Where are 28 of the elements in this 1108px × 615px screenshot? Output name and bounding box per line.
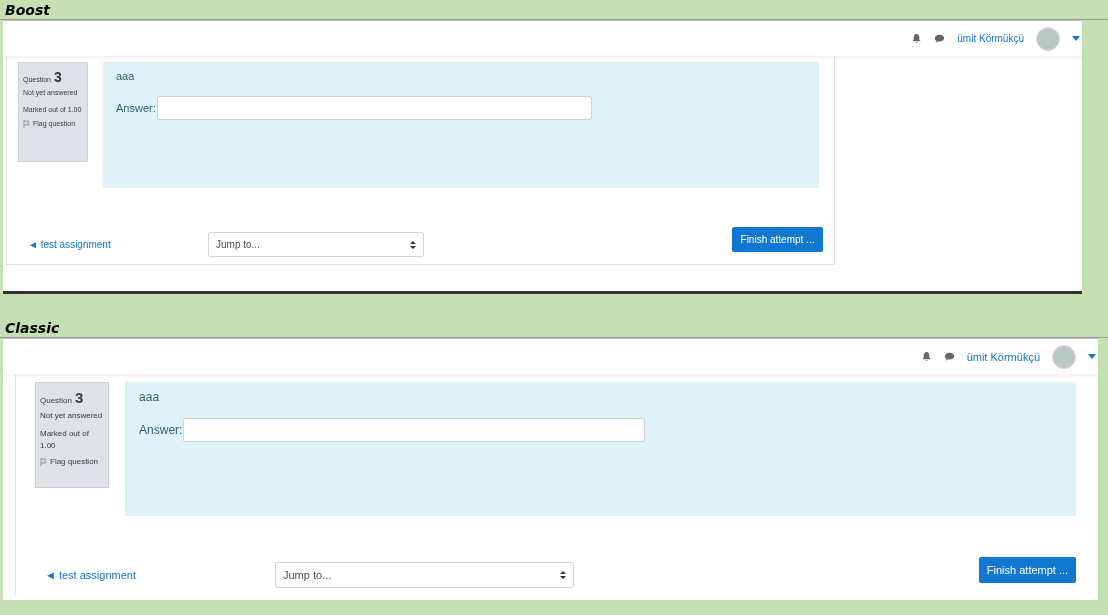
flag-question-link[interactable]: Flag question [50,455,99,468]
question-number: 3 [54,68,62,87]
caret-icon[interactable] [1072,36,1080,41]
question-text: aaa [116,70,136,82]
back-link[interactable]: ◄ test assignment [28,238,208,250]
question-heading: Question [40,395,73,407]
caret-icon[interactable] [1088,354,1096,359]
answer-field[interactable] [183,418,646,442]
sort-arrows-icon [560,571,566,579]
user-name[interactable]: ümit Körmükçü [957,33,1024,44]
answer-field[interactable] [156,96,592,120]
question-marks: Marked out of 1.00 [40,427,90,452]
bell-icon[interactable] [911,33,923,44]
answer-label: Answer: [116,102,156,114]
answer-label: Answer: [139,423,183,437]
question-number: 3 [75,388,84,408]
jump-to-select[interactable]: Jump to... [275,562,574,588]
sort-arrows-icon [410,240,416,249]
question-status: Not yet answered [40,409,104,422]
speech-bubble-icon[interactable] [934,33,946,44]
question-text: aaa [139,390,161,404]
back-link[interactable]: ◄ test assignment [45,568,275,581]
jump-to-select[interactable]: Jump to... [208,232,424,257]
user-name[interactable]: ümit Körmükçü [966,350,1040,363]
bell-icon[interactable] [920,351,932,362]
finish-attempt-button[interactable]: Finish attempt ... [979,556,1076,583]
speech-bubble-icon[interactable] [943,351,955,362]
finish-attempt-button[interactable]: Finish attempt ... [732,226,823,252]
